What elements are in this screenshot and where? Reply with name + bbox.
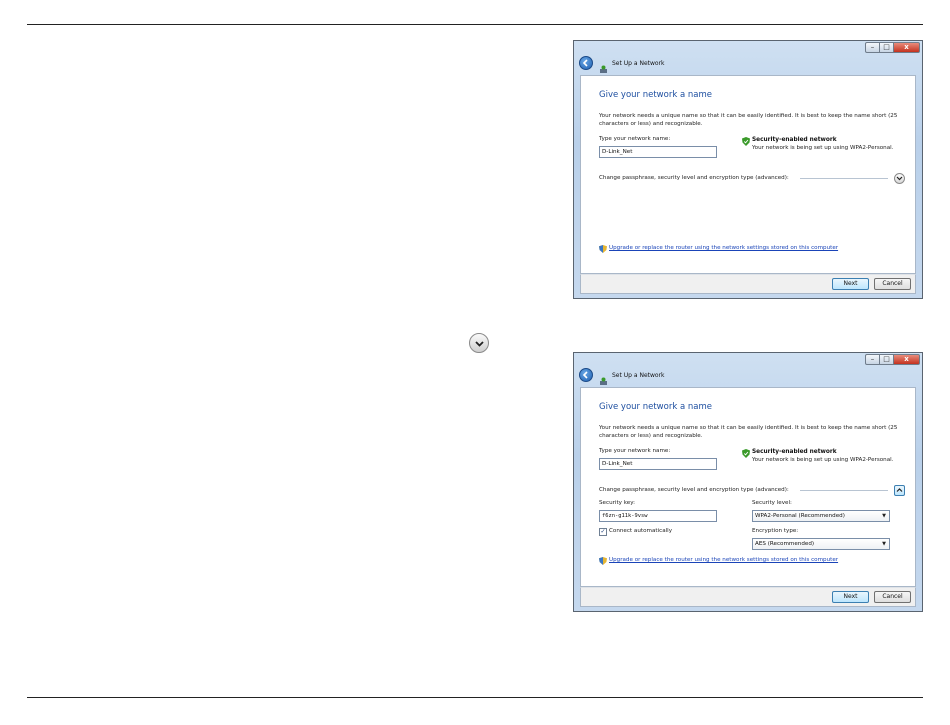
connect-automatically-checkbox[interactable]: ✓ — [599, 528, 607, 536]
security-title: Security-enabled network — [752, 449, 837, 455]
back-arrow-icon[interactable] — [579, 368, 593, 382]
chevron-down-icon — [896, 176, 903, 181]
upgrade-router-link[interactable]: Upgrade or replace the router using the … — [609, 245, 838, 251]
content-panel: Give your network a name Your network ne… — [580, 75, 916, 274]
nav-bar: Set Up a Network — [574, 367, 922, 385]
chevron-down-icon — [469, 333, 489, 353]
title-bar: – □ x — [574, 353, 922, 367]
button-bar: Next Cancel — [580, 587, 916, 607]
window-controls: – □ x — [865, 42, 920, 53]
security-level-select[interactable]: WPA2-Personal (Recommended) ▼ — [752, 510, 890, 522]
next-button[interactable]: Next — [832, 591, 869, 603]
setup-network-window-expanded: – □ x Set Up a Network Give your network… — [573, 352, 923, 612]
content-panel: Give your network a name Your network ne… — [580, 387, 916, 587]
bottom-rule — [27, 697, 923, 698]
cancel-button[interactable]: Cancel — [874, 278, 911, 290]
maximize-button[interactable]: □ — [880, 42, 894, 53]
page-heading: Give your network a name — [599, 90, 712, 100]
nav-bar: Set Up a Network — [574, 55, 922, 73]
shield-icon — [742, 449, 750, 458]
shield-icon — [599, 557, 607, 565]
window-title: Set Up a Network — [612, 371, 665, 379]
expand-advanced-button[interactable] — [894, 173, 905, 184]
cancel-button[interactable]: Cancel — [874, 591, 911, 603]
dropdown-arrow-icon: ▼ — [882, 541, 886, 547]
button-bar: Next Cancel — [580, 274, 916, 294]
dropdown-arrow-icon: ▼ — [882, 513, 886, 519]
divider-line — [800, 178, 888, 179]
minimize-button[interactable]: – — [865, 42, 880, 53]
network-icon — [599, 371, 608, 385]
security-level-value: WPA2-Personal (Recommended) — [755, 513, 845, 519]
change-advanced-label: Change passphrase, security level and en… — [599, 487, 789, 493]
close-button[interactable]: x — [894, 42, 920, 53]
window-title: Set Up a Network — [612, 59, 665, 67]
upgrade-router-link[interactable]: Upgrade or replace the router using the … — [609, 557, 838, 563]
encryption-type-label: Encryption type: — [752, 528, 799, 534]
network-name-input[interactable]: D-Link_Net — [599, 146, 717, 158]
description-text: Your network needs a unique name so that… — [599, 425, 898, 439]
network-icon — [599, 59, 608, 73]
back-arrow-icon[interactable] — [579, 56, 593, 70]
close-button[interactable]: x — [894, 354, 920, 365]
window-controls: – □ x — [865, 354, 920, 365]
setup-network-window-collapsed: – □ x Set Up a Network Give your network… — [573, 40, 923, 299]
change-advanced-label: Change passphrase, security level and en… — [599, 175, 789, 181]
shield-icon — [599, 245, 607, 253]
connect-automatically-label: Connect automatically — [609, 528, 673, 534]
divider-line — [800, 490, 888, 491]
network-name-input[interactable]: D-Link_Net — [599, 458, 717, 470]
network-name-label: Type your network name: — [599, 136, 671, 142]
security-title: Security-enabled network — [752, 137, 837, 143]
security-level-label: Security level: — [752, 500, 792, 506]
minimize-button[interactable]: – — [865, 354, 880, 365]
shield-icon — [742, 137, 750, 146]
next-button[interactable]: Next — [832, 278, 869, 290]
title-bar: – □ x — [574, 41, 922, 55]
encryption-type-select[interactable]: AES (Recommended) ▼ — [752, 538, 890, 550]
top-rule — [27, 24, 923, 25]
chevron-up-icon — [896, 488, 903, 492]
security-key-input[interactable]: f6zn-g11k-9vsw — [599, 510, 717, 522]
network-name-label: Type your network name: — [599, 448, 671, 454]
maximize-button[interactable]: □ — [880, 354, 894, 365]
page-heading: Give your network a name — [599, 402, 712, 412]
security-description: Your network is being set up using WPA2-… — [752, 457, 894, 463]
encryption-type-value: AES (Recommended) — [755, 541, 815, 547]
security-key-label: Security key: — [599, 500, 636, 506]
description-text: Your network needs a unique name so that… — [599, 113, 898, 127]
collapse-advanced-button[interactable] — [894, 485, 905, 496]
security-description: Your network is being set up using WPA2-… — [752, 145, 894, 151]
